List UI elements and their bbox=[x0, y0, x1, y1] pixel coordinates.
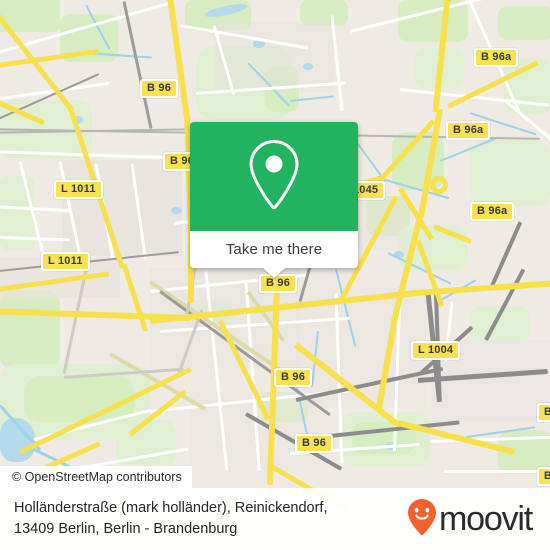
map-pin-icon bbox=[246, 138, 302, 215]
address-line-2: 13409 Berlin, Berlin - Brandenburg bbox=[14, 521, 238, 537]
road-shield: B 96a bbox=[474, 48, 519, 67]
park-area bbox=[398, 0, 468, 42]
osm-attribution-bar: © OpenStreetMap contributors bbox=[0, 466, 192, 488]
road-shield: L 1004 bbox=[411, 341, 461, 360]
water-body bbox=[303, 63, 313, 70]
road-shield: L 1011 bbox=[54, 180, 103, 199]
road-shield: B 96 bbox=[295, 434, 334, 453]
callout-header bbox=[190, 122, 358, 231]
road-shield: L 1011 bbox=[41, 252, 90, 271]
park-area bbox=[470, 140, 550, 206]
road-shield: B bbox=[537, 467, 550, 486]
address-line-1: Holländerstraße (mark holländer), Reinic… bbox=[14, 500, 328, 516]
moovit-brand[interactable]: moovit bbox=[407, 498, 533, 541]
road-shield: B 96 bbox=[140, 79, 179, 98]
callout-pointer-tail bbox=[263, 268, 285, 278]
park-area bbox=[498, 6, 550, 40]
road-shield: B 96a bbox=[446, 121, 491, 140]
park-area bbox=[0, 290, 60, 370]
road-shield: B 96 bbox=[274, 368, 313, 387]
moovit-smiley-pin-icon bbox=[407, 498, 437, 541]
primary-road bbox=[121, 263, 149, 332]
take-me-there-label: Take me there bbox=[225, 241, 323, 258]
osm-attribution-text: © OpenStreetMap contributors bbox=[12, 470, 182, 484]
railway bbox=[122, 1, 153, 129]
park-area bbox=[24, 376, 134, 422]
callout-action[interactable]: Take me there bbox=[190, 231, 358, 278]
map-screenshot: B 96 B 96a B 96a B 96 L 1011 L 1045 B 96… bbox=[0, 0, 550, 550]
road-shield: B bbox=[537, 403, 550, 422]
moovit-wordmark: moovit bbox=[439, 500, 533, 538]
built-area bbox=[62, 160, 182, 256]
address-block: Holländerstraße (mark holländer), Reinic… bbox=[14, 498, 328, 540]
page-footer: Holländerstraße (mark holländer), Reinic… bbox=[0, 488, 550, 550]
road-shield: B 96a bbox=[470, 202, 515, 221]
water-body bbox=[171, 207, 182, 214]
roundabout bbox=[430, 176, 448, 194]
location-callout-card[interactable]: Take me there bbox=[190, 122, 358, 278]
street bbox=[444, 470, 550, 473]
